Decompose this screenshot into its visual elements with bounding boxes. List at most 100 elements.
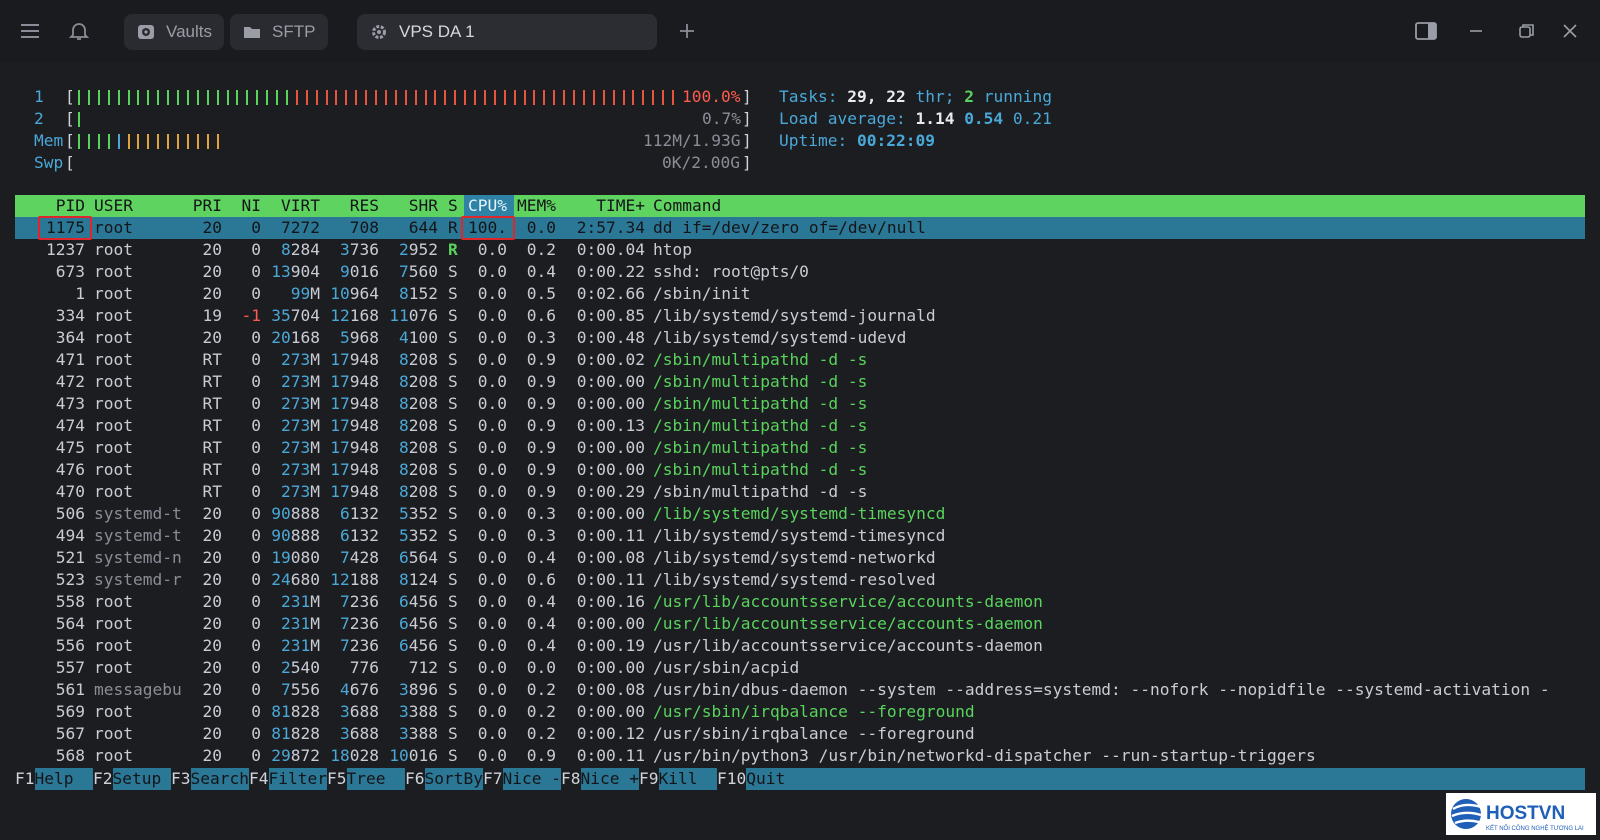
meter-segment — [434, 90, 437, 105]
cell-mem: 0.4 — [526, 636, 556, 655]
terminal-area[interactable]: 1 [ 100.0% ] 2 [ 0.7% ] Mem [ 112M/1.93G… — [0, 62, 1600, 840]
fkey-f1[interactable]: F1 — [15, 768, 35, 790]
column-header-mem[interactable]: MEM% — [517, 195, 556, 217]
cell-res: 4676 — [340, 680, 379, 699]
cpu2-value: 0.7% — [702, 109, 741, 128]
cell-time: 0:00.19 — [576, 636, 645, 655]
cell-mem: 0.3 — [526, 328, 556, 347]
meter-segment — [573, 90, 575, 105]
cell-mem: 0.6 — [526, 570, 556, 589]
cell-mem: 0.4 — [526, 614, 556, 633]
meter-segment — [305, 90, 308, 105]
meter-segment — [117, 90, 120, 105]
fkey-label-f6[interactable]: SortBy — [425, 768, 483, 790]
cell-cpu: 0.0 — [477, 570, 507, 589]
fkey-label-f4[interactable]: Filter — [269, 768, 327, 790]
cell-mem: 0.5 — [526, 284, 556, 303]
cell-pri: 20 — [202, 218, 223, 237]
column-header-res[interactable]: RES — [350, 195, 379, 217]
cell-pid: 1237 — [46, 240, 85, 259]
cell-cpu: 0.0 — [477, 504, 507, 523]
fkey-f4[interactable]: F4 — [249, 768, 269, 790]
tab-vps-da-1[interactable]: VPS DA 1 — [357, 14, 657, 50]
cell-pid: 473 — [55, 394, 85, 413]
fkey-f3[interactable]: F3 — [171, 768, 191, 790]
cell-cpu: 0.0 — [477, 394, 507, 413]
fkey-label-f9[interactable]: Kill — [659, 768, 698, 790]
cell-cpu: 0.0 — [477, 416, 507, 435]
column-header-cmd[interactable]: Command — [653, 195, 721, 217]
fkey-label-f3[interactable]: Search — [191, 768, 249, 790]
tab-vaults[interactable]: Vaults — [124, 14, 224, 50]
cell-time: 0:00.13 — [576, 416, 645, 435]
cell-shr: 8208 — [399, 372, 438, 391]
cell-time: 0:00.11 — [576, 746, 645, 765]
minimize-icon[interactable] — [1462, 18, 1490, 44]
cell-s: S — [448, 416, 458, 435]
cpu1-bracket-open: [ — [65, 87, 75, 106]
tab-sftp[interactable]: SFTP — [230, 14, 328, 50]
split-pane-icon[interactable] — [1412, 18, 1440, 44]
column-header-pid[interactable]: PID — [56, 195, 85, 217]
fkey-label-f1[interactable]: Help — [35, 768, 74, 790]
cell-user: root — [94, 262, 133, 281]
fkey-label-f10[interactable]: Quit — [746, 768, 785, 790]
meter-segment — [384, 90, 387, 105]
cell-time: 0:00.00 — [576, 504, 645, 523]
fkey-f7[interactable]: F7 — [483, 768, 503, 790]
fkey-f9[interactable]: F9 — [639, 768, 659, 790]
cell-s: S — [448, 526, 458, 545]
column-header-virt[interactable]: VIRT — [281, 195, 320, 217]
cell-pri: RT — [202, 372, 223, 391]
fkey-f5[interactable]: F5 — [327, 768, 347, 790]
restore-icon[interactable] — [1512, 18, 1540, 44]
cpu2-bracket-open: [ — [65, 109, 75, 128]
bell-icon[interactable] — [66, 18, 92, 44]
fkey-f10[interactable]: F10 — [717, 768, 747, 790]
column-header-s[interactable]: S — [448, 195, 458, 217]
cell-virt: 81828 — [271, 724, 320, 743]
fkey-label-f5[interactable]: Tree — [347, 768, 386, 790]
fkey-f8[interactable]: F8 — [561, 768, 581, 790]
column-header-ni[interactable]: NI — [242, 195, 262, 217]
cell-ni: 0 — [251, 746, 261, 765]
cell-cmd: sshd: root@pts/0 — [653, 262, 809, 281]
cell-res: 7428 — [340, 548, 379, 567]
fkey-f6[interactable]: F6 — [405, 768, 425, 790]
cell-cpu: 0.0 — [477, 614, 507, 633]
column-header-user[interactable]: USER — [94, 195, 133, 217]
cell-res: 7236 — [340, 592, 379, 611]
cell-shr: 8208 — [399, 460, 438, 479]
fkey-label-f8[interactable]: Nice + — [581, 768, 639, 790]
cell-user: root — [94, 350, 133, 369]
cell-user: root — [94, 306, 133, 325]
load-average: Load average: 1.14 0.54 0.21 — [779, 109, 1052, 128]
meter-segment — [196, 90, 199, 105]
close-icon[interactable] — [1556, 18, 1584, 44]
column-header-pri[interactable]: PRI — [193, 195, 222, 217]
fkey-label-f7[interactable]: Nice - — [503, 768, 561, 790]
meter-segment — [276, 90, 278, 105]
column-header-cpu[interactable]: CPU% — [468, 195, 507, 217]
cell-shr: 5352 — [399, 504, 438, 523]
cell-time: 0:00.00 — [576, 460, 645, 479]
process-table-header[interactable]: PID USER PRI NI VIRT RES SHR S CPU% MEM% TIME+ Comm… — [15, 195, 1585, 217]
fkey-label-f2[interactable]: Setup — [113, 768, 162, 790]
cell-virt: 7556 — [281, 680, 320, 699]
new-tab-plus-icon[interactable] — [678, 18, 696, 51]
column-header-time[interactable]: TIME+ — [596, 195, 645, 217]
cell-virt: 2540 — [281, 658, 320, 677]
title-bar: Vaults SFTP VPS DA 1 — [0, 0, 1600, 62]
fkey-f2[interactable]: F2 — [93, 768, 113, 790]
meter-segment — [582, 90, 585, 105]
hamburger-menu-icon[interactable] — [17, 18, 43, 44]
cell-shr: 6564 — [399, 548, 438, 567]
column-header-shr[interactable]: SHR — [409, 195, 438, 217]
cell-pri: 20 — [202, 548, 223, 567]
cell-cmd: /usr/bin/python3 /usr/bin/networkd-dispa… — [653, 746, 1316, 765]
meter-segment — [543, 90, 546, 105]
meter-segment — [87, 90, 90, 105]
meter-segment — [632, 90, 635, 105]
cell-user: root — [94, 636, 133, 655]
cell-mem: 0.3 — [526, 526, 556, 545]
